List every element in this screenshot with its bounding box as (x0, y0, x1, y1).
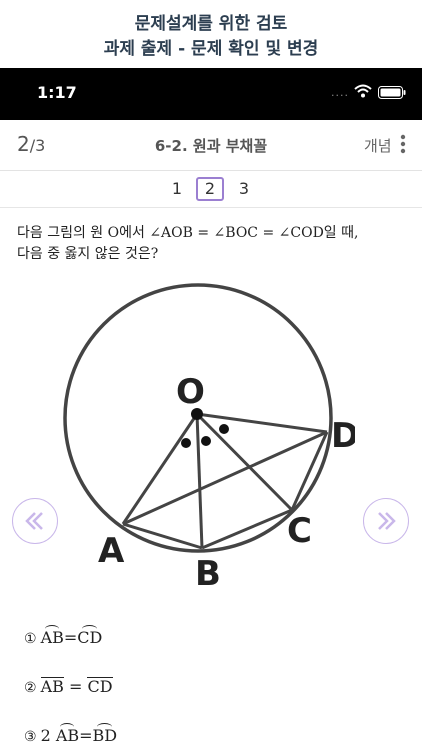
radius-oc (195, 412, 294, 512)
page-tab-2[interactable]: 2 (196, 177, 224, 201)
angle-mark-1 (181, 438, 191, 448)
option-2[interactable]: ② AB = CD (24, 677, 113, 696)
segment-ab: AB (40, 677, 64, 696)
question-header: 2/3 6-2. 원과 부채꼴 개념 (0, 120, 422, 171)
section-title: 6-2. 원과 부채꼴 (154, 137, 268, 155)
signal-dots: .... (331, 86, 349, 99)
banner-title-line2: 과제 출제 - 문제 확인 및 변경 (103, 39, 319, 59)
arc-ab-2: AB (55, 723, 80, 745)
option-3-coefficient: 2 (40, 726, 56, 745)
status-time: 1:17 (37, 83, 77, 102)
double-chevron-left-icon (25, 512, 43, 530)
option-1-operator: = (63, 628, 78, 647)
option-2-number: ② (24, 680, 37, 696)
radius-ob (195, 413, 204, 549)
angle-mark-2 (201, 436, 211, 446)
radius-od (196, 412, 328, 434)
wifi-icon (354, 84, 372, 98)
battery-icon (378, 86, 406, 99)
option-2-operator: = (63, 677, 88, 696)
angle-mark-3 (219, 424, 229, 434)
segment-cd: CD (87, 677, 113, 696)
label-b: B (195, 554, 221, 592)
question-text: 다음 그림의 원 O에서 ∠AOB = ∠BOC = ∠COD일 때, 다음 중… (17, 223, 409, 265)
option-3[interactable]: ③2 AB=BD (24, 723, 118, 745)
more-menu-icon[interactable] (399, 133, 407, 155)
option-3-number: ③ (24, 729, 37, 745)
option-1[interactable]: ① AB=CD (24, 625, 103, 647)
top-banner: 문제설계를 위한 검토 과제 출제 - 문제 확인 및 변경 (0, 0, 422, 68)
double-chevron-right-icon (378, 512, 396, 530)
arc-ab: AB (40, 625, 64, 647)
question-line2: 다음 중 옳지 않은 것은? (17, 246, 159, 262)
label-c: C (287, 511, 312, 551)
banner-title-line1: 문제설계를 위한 검토 (134, 14, 288, 34)
arc-bd: BD (92, 723, 118, 745)
label-a: A (98, 531, 125, 571)
concept-button[interactable]: 개념 (364, 135, 392, 156)
prev-question-button[interactable] (12, 498, 58, 544)
question-pager: 1 2 3 (0, 171, 422, 208)
circle-figure: O A B C D (63, 283, 355, 592)
status-bar: 1:17 .... (0, 68, 422, 120)
question-line1: 다음 그림의 원 O에서 ∠AOB = ∠BOC = ∠COD일 때, (17, 225, 359, 241)
next-question-button[interactable] (363, 498, 409, 544)
label-o: O (176, 372, 205, 412)
label-d: D (331, 416, 355, 456)
arc-cd: CD (77, 625, 103, 647)
page-tab-1[interactable]: 1 (163, 177, 191, 201)
page-tab-3[interactable]: 3 (230, 177, 258, 201)
option-1-number: ① (24, 631, 37, 647)
option-3-operator: = (79, 726, 93, 745)
